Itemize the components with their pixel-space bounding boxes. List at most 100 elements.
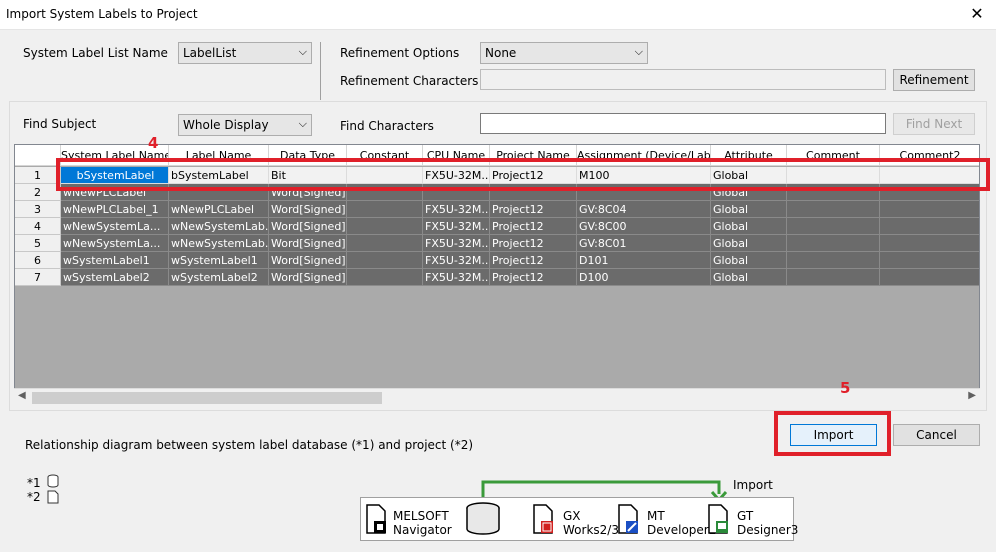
cell-data-type[interactable]: Word[Signed]: [269, 269, 347, 286]
cell-project-name[interactable]: Project12: [490, 201, 577, 218]
form-divider: [320, 42, 321, 100]
import-button[interactable]: Import: [790, 424, 877, 446]
cell-assignment[interactable]: D101: [577, 252, 711, 269]
cell-comment2[interactable]: [880, 201, 979, 218]
cell-attribute[interactable]: Global: [711, 252, 787, 269]
cell-data-type[interactable]: Word[Signed]: [269, 218, 347, 235]
node-navigator-line1: MELSOFT: [393, 509, 449, 523]
cell-comment2[interactable]: [880, 218, 979, 235]
database-icon: [47, 474, 59, 488]
cell-comment[interactable]: [787, 201, 880, 218]
cell-system-label-name[interactable]: wNewSystemLa...: [61, 235, 169, 252]
cell-comment[interactable]: [787, 218, 880, 235]
find-characters-input[interactable]: [480, 113, 886, 134]
cell-comment2[interactable]: [880, 252, 979, 269]
cell-constant[interactable]: [347, 235, 423, 252]
cell-assignment[interactable]: GV:8C04: [577, 201, 711, 218]
cell-cpu-name[interactable]: FX5U-32M...: [423, 218, 490, 235]
find-subject-value: Whole Display: [183, 118, 269, 132]
list-name-label: System Label List Name: [23, 46, 168, 60]
cell-label-name[interactable]: wSystemLabel1: [169, 252, 269, 269]
scrollbar-thumb[interactable]: [32, 392, 382, 404]
relationship-diagram: MELSOFT Navigator GX Works2/3 MT Develop…: [360, 497, 798, 541]
row-number[interactable]: 5: [15, 235, 61, 252]
window-title: Import System Labels to Project: [6, 7, 198, 21]
cell-cpu-name[interactable]: FX5U-32M...: [423, 269, 490, 286]
cell-comment[interactable]: [787, 269, 880, 286]
cell-comment2[interactable]: [880, 235, 979, 252]
find-next-button[interactable]: Find Next: [893, 113, 975, 135]
row-number[interactable]: 4: [15, 218, 61, 235]
cell-data-type[interactable]: Word[Signed]: [269, 252, 347, 269]
row-number[interactable]: 7: [15, 269, 61, 286]
cell-attribute[interactable]: Global: [711, 201, 787, 218]
cell-project-name[interactable]: Project12: [490, 218, 577, 235]
legend-2-label: *2: [27, 490, 41, 504]
import-label: Import: [733, 478, 773, 492]
row-number[interactable]: 6: [15, 252, 61, 269]
cell-comment2[interactable]: [880, 269, 979, 286]
cell-assignment[interactable]: GV:8C01: [577, 235, 711, 252]
node-gx-line2: Works2/3: [563, 523, 619, 537]
refinement-options-select[interactable]: None ⌵: [480, 42, 648, 64]
scroll-left-icon[interactable]: ◀: [18, 390, 26, 401]
legend-1-label: *1: [27, 476, 41, 490]
node-mt-line2: Developer2: [647, 523, 717, 537]
step-4-highlight: [56, 158, 990, 191]
cell-constant[interactable]: [347, 269, 423, 286]
title-bar: Import System Labels to Project ✕: [0, 0, 996, 30]
step-4-marker: 4: [148, 134, 159, 152]
node-gx-line1: GX: [563, 509, 581, 523]
cell-label-name[interactable]: wNewSystemLab...: [169, 235, 269, 252]
cell-assignment[interactable]: D100: [577, 269, 711, 286]
cell-system-label-name[interactable]: wNewPLCLabel_1: [61, 201, 169, 218]
refinement-characters-input[interactable]: [480, 69, 886, 90]
cell-cpu-name[interactable]: FX5U-32M...: [423, 252, 490, 269]
cell-system-label-name[interactable]: wSystemLabel2: [61, 269, 169, 286]
find-subject-select[interactable]: Whole Display ⌵: [178, 114, 312, 136]
cell-constant[interactable]: [347, 252, 423, 269]
table-corner: [15, 145, 61, 166]
project-file-icon: [47, 490, 59, 504]
cell-constant[interactable]: [347, 201, 423, 218]
node-gt-line1: GT: [737, 509, 754, 523]
cell-assignment[interactable]: GV:8C00: [577, 218, 711, 235]
cell-comment[interactable]: [787, 252, 880, 269]
cell-comment[interactable]: [787, 235, 880, 252]
refinement-options-label: Refinement Options: [340, 46, 460, 60]
refinement-characters-label: Refinement Characters: [340, 74, 479, 88]
list-name-value: LabelList: [183, 46, 237, 60]
close-icon[interactable]: ✕: [966, 4, 988, 24]
cell-attribute[interactable]: Global: [711, 269, 787, 286]
cell-cpu-name[interactable]: FX5U-32M...: [423, 235, 490, 252]
cell-cpu-name[interactable]: FX5U-32M...: [423, 201, 490, 218]
cell-project-name[interactable]: Project12: [490, 252, 577, 269]
mt-developer-icon: [618, 504, 638, 534]
scroll-right-icon[interactable]: ▶: [968, 390, 976, 401]
row-number[interactable]: 2: [15, 184, 61, 201]
chevron-down-icon: ⌵: [298, 45, 307, 58]
row-number[interactable]: 1: [15, 167, 61, 184]
list-name-select[interactable]: LabelList ⌵: [178, 42, 312, 64]
cell-data-type[interactable]: Word[Signed]: [269, 201, 347, 218]
refinement-options-value: None: [485, 46, 517, 60]
node-navigator-line2: Navigator: [393, 523, 452, 537]
cell-attribute[interactable]: Global: [711, 218, 787, 235]
cell-system-label-name[interactable]: wSystemLabel1: [61, 252, 169, 269]
refinement-button[interactable]: Refinement: [893, 69, 975, 91]
cell-label-name[interactable]: wNewSystemLab...: [169, 218, 269, 235]
cell-label-name[interactable]: wSystemLabel2: [169, 269, 269, 286]
cell-data-type[interactable]: Word[Signed]: [269, 235, 347, 252]
node-gt-line2: Designer3: [737, 523, 799, 537]
cell-project-name[interactable]: Project12: [490, 269, 577, 286]
row-number[interactable]: 3: [15, 201, 61, 218]
horizontal-scrollbar[interactable]: ◀ ▶: [14, 388, 980, 406]
cell-project-name[interactable]: Project12: [490, 235, 577, 252]
cell-system-label-name[interactable]: wNewSystemLa...: [61, 218, 169, 235]
cell-constant[interactable]: [347, 218, 423, 235]
cancel-button[interactable]: Cancel: [893, 424, 980, 446]
cell-label-name[interactable]: wNewPLCLabel: [169, 201, 269, 218]
gt-designer-icon: [708, 504, 728, 534]
cell-attribute[interactable]: Global: [711, 235, 787, 252]
chevron-down-icon: ⌵: [634, 45, 643, 58]
